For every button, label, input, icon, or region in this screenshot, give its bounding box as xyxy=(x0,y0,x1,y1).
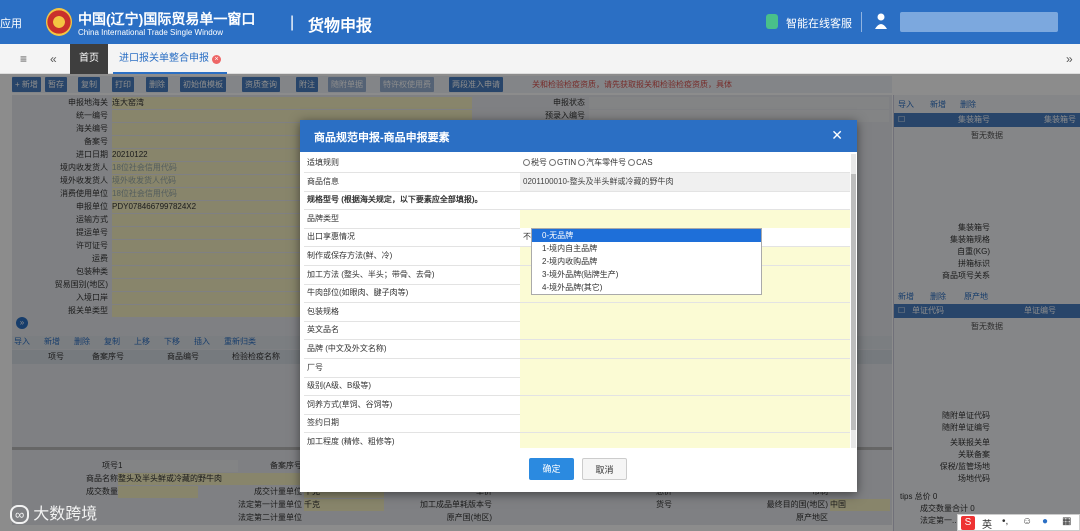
radio-label: 汽车零件号 xyxy=(586,158,627,167)
element-input[interactable] xyxy=(520,340,850,358)
robot-icon[interactable] xyxy=(766,14,778,29)
element-label: 牛肉部位(如眼肉、腱子肉等) xyxy=(307,288,409,298)
dialog-body: 适填规则 税号 GTIN 汽车零件号 CAS 商品信息 0201100010-整头及半头鲜或… xyxy=(304,154,850,448)
site-title-en: China International Trade Single Window xyxy=(78,28,223,37)
radio-button[interactable] xyxy=(549,159,556,166)
close-icon[interactable]: ✕ xyxy=(831,127,843,144)
radio-button[interactable] xyxy=(628,159,636,166)
element-label: 品牌类型 xyxy=(307,213,339,223)
tab-label: 进口报关单整合申报 xyxy=(119,53,209,64)
element-row: 英文品名 xyxy=(304,321,850,341)
radio-button[interactable] xyxy=(578,159,586,166)
dialog-footer: 确定 取消 xyxy=(300,450,857,492)
element-row: 品牌类型 xyxy=(304,209,850,229)
cancel-button[interactable]: 取消 xyxy=(582,458,627,480)
radio-label: GTIN xyxy=(557,158,577,167)
element-label: 加工程度 (精修、粗修等) xyxy=(307,437,395,446)
element-row: 适填规则 税号 GTIN 汽车零件号 CAS xyxy=(304,154,850,173)
ime-toolbar[interactable]: S 英 •, ☺ ● ▦ xyxy=(957,514,1080,531)
tab-next-icon[interactable]: » xyxy=(1066,52,1073,66)
online-service-link[interactable]: 智能在线客服 xyxy=(786,15,852,31)
scroll-thumb[interactable] xyxy=(851,174,856,430)
element-label: 出口享惠情况 xyxy=(307,232,355,242)
dropdown-option[interactable]: 4-境外品牌(其它) xyxy=(532,281,761,294)
element-row: 饲养方式(草饲、谷饲等) xyxy=(304,395,850,415)
element-input[interactable] xyxy=(520,358,850,377)
element-row: 品牌 (中文及外文名称) xyxy=(304,340,850,359)
element-label: 签约日期 xyxy=(307,418,339,428)
customs-emblem-icon xyxy=(46,8,72,36)
site-title-cn: 中国(辽宁)国际贸易单一窗口 xyxy=(78,11,256,27)
tab-import-declaration[interactable]: 进口报关单整合申报 × xyxy=(113,44,227,74)
element-input[interactable] xyxy=(520,209,850,228)
emoji-icon[interactable]: ☺ xyxy=(1022,516,1032,527)
section-title: 货物申报 xyxy=(308,18,373,35)
tab-bar: ≡ « 首页 进口报关单整合申报 × » xyxy=(0,44,1080,74)
brand-type-dropdown[interactable]: 0-无品牌 1-境内自主品牌 2-境内收购品牌 3-境外品牌(贴牌生产) 4-境外品牌(… xyxy=(531,228,762,295)
sogou-icon[interactable]: S xyxy=(961,516,975,530)
radio-label: CAS xyxy=(636,158,653,167)
tab-prev-icon[interactable]: « xyxy=(50,52,57,66)
element-row: 加工程度 (精修、粗修等) xyxy=(304,433,850,448)
dialog-header: 商品规范申报-商品申报要素 ✕ xyxy=(300,120,857,152)
element-input[interactable]: 0201100010-整头及半头鲜或冷藏的野牛肉 xyxy=(520,172,850,191)
dropdown-option[interactable]: 0-无品牌 xyxy=(532,229,761,242)
element-label: 加工方法 (整头、半头；带骨、去骨) xyxy=(307,269,435,279)
element-label: 商品信息 xyxy=(307,176,339,186)
element-input[interactable] xyxy=(520,433,850,448)
element-label: 厂号 xyxy=(307,362,323,372)
element-row: 级别(A级、B级等) xyxy=(304,377,850,397)
radio-label: 税号 xyxy=(531,158,547,167)
watermark: ∞ 大数跨境 xyxy=(10,500,97,524)
element-input[interactable] xyxy=(520,302,850,321)
confirm-button[interactable]: 确定 xyxy=(529,458,574,480)
element-label: 包装规格 xyxy=(307,306,339,316)
dialog-scrollbar[interactable] xyxy=(851,154,856,448)
element-input[interactable] xyxy=(520,377,850,396)
dropdown-option[interactable]: 3-境外品牌(贴牌生产) xyxy=(532,268,761,281)
punct-icon[interactable]: •, xyxy=(1002,516,1008,527)
element-input[interactable] xyxy=(520,395,850,414)
dropdown-option[interactable]: 2-境内收购品牌 xyxy=(532,255,761,268)
close-tab-icon[interactable]: × xyxy=(212,55,221,64)
title-separator: | xyxy=(290,14,295,31)
user-icon[interactable] xyxy=(875,13,887,29)
element-input[interactable]: 税号 GTIN 汽车零件号 CAS xyxy=(520,154,850,172)
app-menu-label[interactable]: 应用 xyxy=(0,15,22,31)
watermark-text: 大数跨境 xyxy=(33,506,98,523)
keyboard-icon[interactable]: ▦ xyxy=(1062,516,1071,527)
element-label: 适填规则 xyxy=(307,158,339,167)
mic-icon[interactable]: ● xyxy=(1042,516,1048,527)
header-divider xyxy=(861,12,862,32)
tab-home[interactable]: 首页 xyxy=(70,44,108,74)
top-header: 应用 中国(辽宁)国际贸易单一窗口 China International Tr… xyxy=(0,0,1080,44)
element-input[interactable] xyxy=(520,414,850,433)
element-label: 英文品名 xyxy=(307,325,339,335)
element-row: 厂号 xyxy=(304,358,850,378)
element-row: 规格型号 (根据海关规定，以下要素应全部填报)。 xyxy=(304,191,850,211)
element-label: 品牌 (中文及外文名称) xyxy=(307,344,387,353)
radio-button[interactable] xyxy=(523,159,530,166)
declaration-elements-dialog: 商品规范申报-商品申报要素 ✕ 适填规则 税号 GTIN 汽车零件号 CAS 商品信息 02… xyxy=(300,120,857,492)
element-row: 商品信息 0201100010-整头及半头鲜或冷藏的野牛肉 xyxy=(304,172,850,192)
element-label: 饲养方式(草饲、谷饲等) xyxy=(307,399,393,409)
element-row: 包装规格 xyxy=(304,302,850,322)
element-input[interactable] xyxy=(520,321,850,340)
ime-lang[interactable]: 英 xyxy=(982,516,992,531)
element-row: 签约日期 xyxy=(304,414,850,434)
menu-icon[interactable]: ≡ xyxy=(20,52,27,66)
element-label: 制作或保存方法(鲜、冷) xyxy=(307,251,393,260)
dialog-title: 商品规范申报-商品申报要素 xyxy=(314,132,450,144)
element-label: 级别(A级、B级等) xyxy=(307,381,371,391)
user-name-redacted[interactable] xyxy=(900,12,1058,32)
watermark-logo-icon: ∞ xyxy=(10,505,30,524)
element-label: 规格型号 (根据海关规定，以下要素应全部填报)。 xyxy=(307,195,483,205)
dropdown-option[interactable]: 1-境内自主品牌 xyxy=(532,242,761,255)
